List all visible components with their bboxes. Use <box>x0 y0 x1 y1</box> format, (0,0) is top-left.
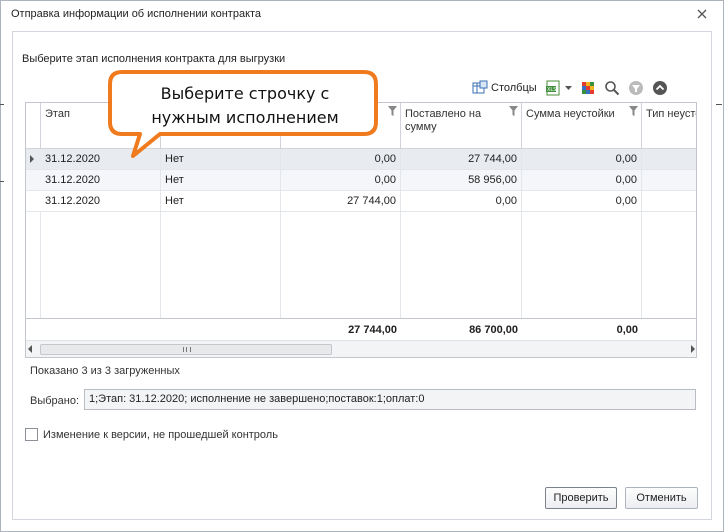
chevron-down-icon <box>564 85 572 90</box>
cell-amount: 0,00 <box>281 149 401 170</box>
filter-icon[interactable] <box>388 106 397 116</box>
cell-penalty: 0,00 <box>522 170 642 191</box>
columns-label: Столбцы <box>491 82 537 94</box>
background-line <box>0 104 4 105</box>
total-amount: 27 744,00 <box>348 324 397 336</box>
callout-text: Выберите строчку с нужным исполнением <box>125 82 365 130</box>
title-bar: Отправка информации об исполнении контра… <box>1 1 723 27</box>
grip-icon <box>183 347 191 352</box>
column-header-label: Поставлено на сумму <box>405 108 482 133</box>
version-change-checkbox-wrap[interactable]: Изменение к версии, не прошедшей контрол… <box>25 428 278 441</box>
filter-button[interactable] <box>628 80 644 96</box>
collapse-button[interactable] <box>652 80 668 96</box>
chevron-up-circle-icon <box>652 81 667 95</box>
check-button[interactable]: Проверить <box>545 487 617 509</box>
column-header-label: Этап <box>45 108 70 120</box>
table-row[interactable]: 31.12.2020 Нет 0,00 58 956,00 0,00 <box>26 170 696 191</box>
background-line <box>0 181 4 182</box>
column-divider <box>160 212 161 318</box>
column-header-penalty-type[interactable]: Тип неусто <box>642 103 697 149</box>
column-divider <box>521 212 522 318</box>
cell-penalty: 0,00 <box>522 149 642 170</box>
cell-stage: 31.12.2020 <box>41 191 161 212</box>
column-divider <box>40 212 41 318</box>
cell-completed: Нет <box>161 170 281 191</box>
version-change-checkbox[interactable] <box>25 428 38 441</box>
columns-button[interactable]: Столбцы <box>472 80 537 96</box>
callout-line: Выберите строчку с <box>160 84 330 103</box>
shield-filter-icon <box>628 81 643 95</box>
close-icon[interactable] <box>695 8 709 22</box>
horizontal-scrollbar[interactable] <box>26 340 696 357</box>
cell-stage: 31.12.2020 <box>41 170 161 191</box>
cell-amount: 27 744,00 <box>281 191 401 212</box>
background-line <box>716 104 722 105</box>
cancel-button[interactable]: Отменить <box>625 487 698 509</box>
scrollbar-thumb[interactable] <box>40 344 332 355</box>
cell-completed: Нет <box>161 149 281 170</box>
row-indicator-icon <box>30 155 34 163</box>
search-button[interactable] <box>604 80 620 96</box>
column-divider <box>400 212 401 318</box>
svg-text:XLS: XLS <box>547 87 556 93</box>
grid-totals-footer: 27 744,00 86 700,00 0,00 <box>26 318 696 340</box>
filter-icon[interactable] <box>509 106 518 116</box>
export-dropdown[interactable] <box>564 85 572 91</box>
search-icon <box>604 81 619 96</box>
cell-amount: 0,00 <box>281 170 401 191</box>
cell-penalty: 0,00 <box>522 191 642 212</box>
contract-stages-grid: Этап Поставлено на сумму Сумма неустойки… <box>25 102 697 358</box>
excel-icon: XLS <box>545 80 560 96</box>
window-title: Отправка информации об исполнении контра… <box>11 8 262 20</box>
filter-icon[interactable] <box>629 106 638 116</box>
loaded-count-text: Показано 3 из 3 загруженных <box>30 365 180 377</box>
color-grid-icon <box>581 82 594 94</box>
column-header-penalty[interactable]: Сумма неустойки <box>522 103 642 149</box>
table-row[interactable]: 31.12.2020 Нет 27 744,00 0,00 0,00 <box>26 191 696 212</box>
columns-icon <box>472 80 488 94</box>
indicator-header <box>26 103 41 149</box>
column-divider <box>641 212 642 318</box>
scroll-right-icon[interactable] <box>691 345 695 353</box>
color-grid-button[interactable] <box>580 80 596 96</box>
export-excel-button[interactable]: XLS <box>545 80 561 96</box>
cell-delivered: 27 744,00 <box>401 149 522 170</box>
total-delivered: 86 700,00 <box>469 324 518 336</box>
column-header-delivered[interactable]: Поставлено на сумму <box>401 103 522 149</box>
scroll-left-icon[interactable] <box>28 345 32 353</box>
instruction-text: Выберите этап исполнения контракта для в… <box>22 53 286 65</box>
total-penalty: 0,00 <box>616 324 638 336</box>
callout-line: нужным исполнением <box>151 108 339 127</box>
selected-value-field: 1;Этап: 31.12.2020; исполнение не заверш… <box>84 389 696 410</box>
version-change-label: Изменение к версии, не прошедшей контрол… <box>43 428 278 441</box>
selected-label: Выбрано: <box>30 395 80 407</box>
cell-stage: 31.12.2020 <box>41 149 161 170</box>
cell-delivered: 58 956,00 <box>401 170 522 191</box>
cell-delivered: 0,00 <box>401 191 522 212</box>
column-header-label: Тип неусто <box>646 108 697 120</box>
column-divider <box>280 212 281 318</box>
column-header-label: Сумма неустойки <box>526 108 615 120</box>
grid-toolbar: Столбцы XLS <box>472 80 668 96</box>
cell-completed: Нет <box>161 191 281 212</box>
table-row[interactable]: 31.12.2020 Нет 0,00 27 744,00 0,00 <box>26 149 696 170</box>
